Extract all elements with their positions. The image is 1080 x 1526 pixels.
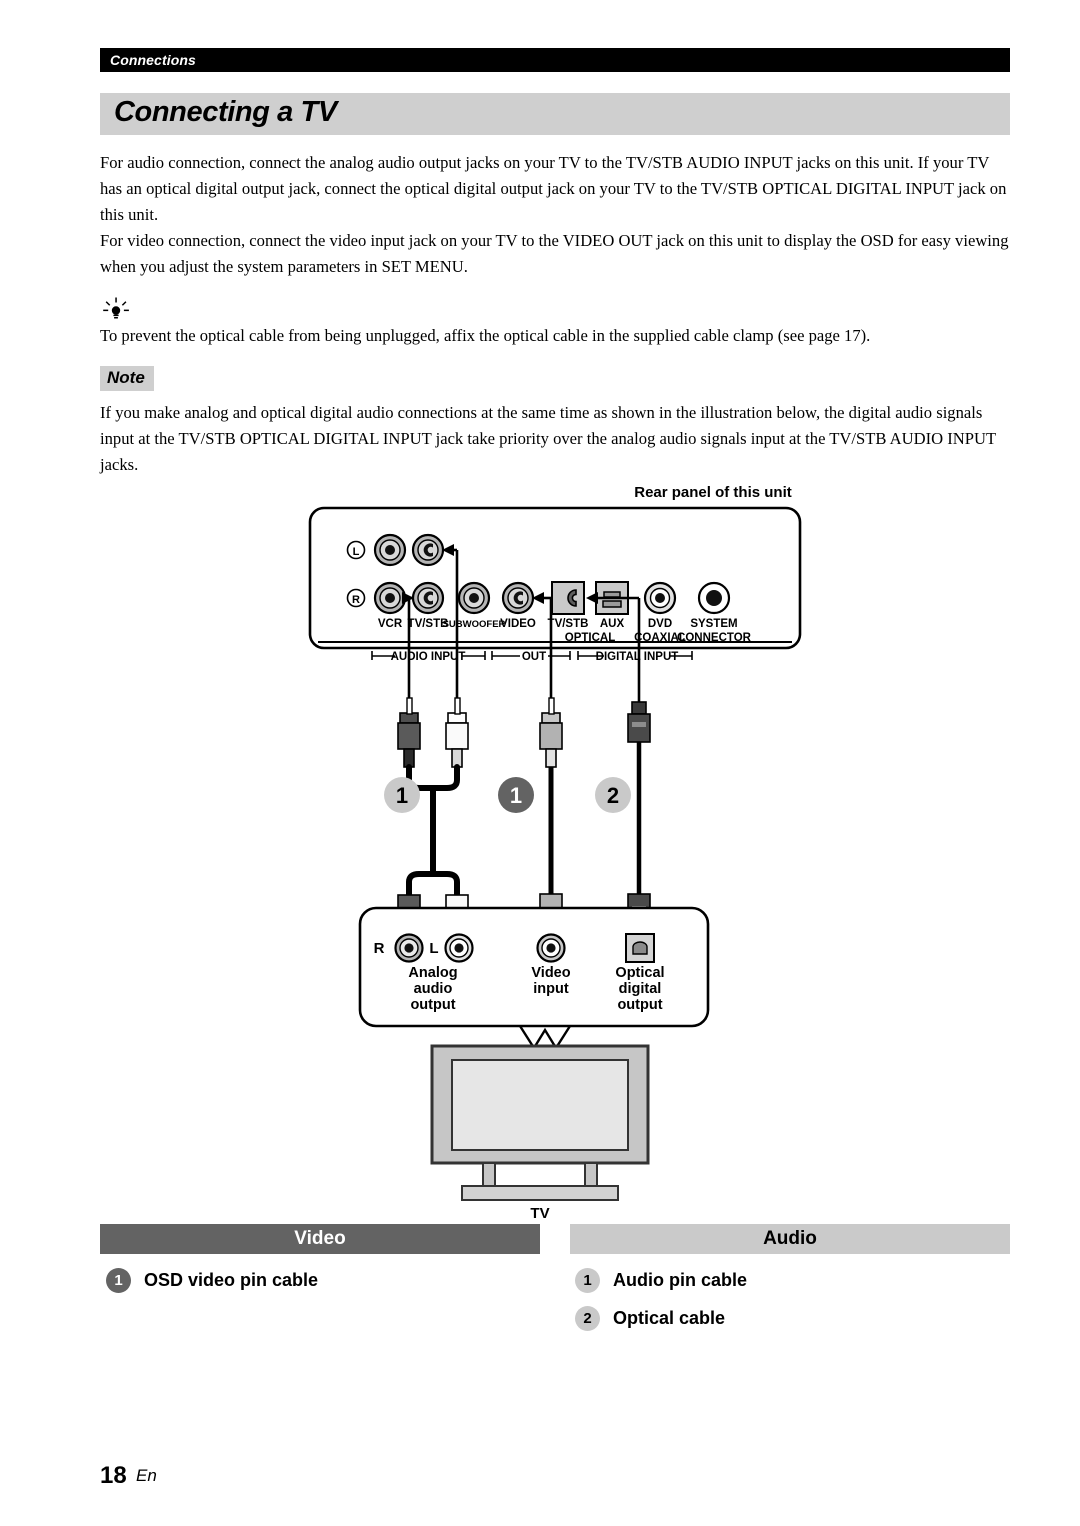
legend-label-video-1: OSD video pin cable bbox=[144, 1270, 319, 1290]
legend-audio-header: Audio bbox=[570, 1224, 1010, 1254]
tv-illustration bbox=[430, 1044, 650, 1201]
legend-item-audio-pin-cable: 1 Audio pin cable bbox=[575, 1268, 747, 1293]
paragraph-video-connection: For video connection, connect the video … bbox=[100, 231, 1009, 276]
optical-plug-top bbox=[627, 701, 651, 743]
footer-page-number: 18 bbox=[100, 1462, 127, 1489]
rear-panel-caption: Rear panel of this unit bbox=[634, 484, 792, 501]
tv-caption: TV bbox=[530, 1205, 549, 1220]
label-vcr: VCR bbox=[378, 618, 403, 630]
page-title: Connecting a TV bbox=[114, 96, 337, 128]
group-label-audio-input: AUDIO INPUT bbox=[391, 651, 466, 663]
channel-label-right: R bbox=[346, 588, 366, 608]
cable-badge-1-audio-label: 1 bbox=[396, 783, 408, 808]
jack-tvstb-right[interactable] bbox=[411, 581, 445, 615]
legend-item-optical-cable: 2 Optical cable bbox=[575, 1306, 725, 1331]
label-subwoofer: SUBWOOFER bbox=[443, 619, 506, 630]
paragraph-audio-connection: For audio connection, connect the analog… bbox=[100, 153, 1007, 224]
tv-jack-video-input[interactable] bbox=[536, 933, 566, 963]
tip-lightbulb-icon bbox=[101, 296, 131, 322]
footer-language-code: En bbox=[136, 1466, 157, 1485]
cable-badge-1-audio: 1 bbox=[384, 777, 420, 813]
cable-badge-2-optical: 2 bbox=[595, 777, 631, 813]
jack-video-out[interactable] bbox=[501, 581, 535, 615]
jack-system-connector[interactable] bbox=[697, 581, 731, 615]
group-label-digital-input: DIGITAL INPUT bbox=[596, 651, 679, 663]
tv-label-analog-2: audio bbox=[414, 981, 453, 997]
running-head-connections: Connections bbox=[100, 48, 1010, 72]
label-video: VIDEO bbox=[500, 618, 536, 630]
legend-item-osd-video-pin-cable: 1 OSD video pin cable bbox=[106, 1268, 318, 1293]
label-optical-sub: OPTICAL bbox=[565, 632, 615, 644]
rca-plug-audio-l-top bbox=[445, 697, 469, 768]
jack-vcr-left[interactable] bbox=[373, 533, 407, 567]
label-aux: AUX bbox=[600, 618, 625, 630]
tv-label-analog-3: output bbox=[410, 997, 455, 1013]
connection-diagram-svg: Rear panel of this unit L R VCR TV/STB S… bbox=[308, 484, 802, 1222]
tv-label-optical-2: digital bbox=[619, 981, 662, 997]
tv-jack-analog-r[interactable] bbox=[394, 933, 424, 963]
rear-panel-group-labels: AUDIO INPUT OUT DIGITAL INPUT bbox=[391, 651, 679, 663]
tv-jack-optical-output[interactable] bbox=[625, 933, 655, 963]
label-system: SYSTEM bbox=[690, 618, 737, 630]
rca-plug-audio-r-top bbox=[397, 697, 421, 768]
jack-tvstb-optical[interactable] bbox=[551, 581, 585, 615]
svg-text:R: R bbox=[352, 594, 360, 606]
label-connector-sub: CONNECTOR bbox=[677, 632, 752, 644]
paragraph-tip: To prevent the optical cable from being … bbox=[100, 326, 871, 345]
rca-plug-video-top bbox=[539, 697, 563, 768]
svg-text:L: L bbox=[353, 546, 360, 558]
connection-diagram: Rear panel of this unit L R VCR TV/STB S… bbox=[0, 470, 1080, 1222]
tv-label-video-2: input bbox=[533, 981, 569, 997]
tv-jack-analog-l[interactable] bbox=[444, 933, 474, 963]
tv-label-optical-3: output bbox=[617, 997, 662, 1013]
cable-badge-1-video-label: 1 bbox=[510, 783, 522, 808]
tv-channel-label-l: L bbox=[429, 940, 438, 957]
jack-vcr-right[interactable] bbox=[373, 581, 407, 615]
tv-label-video-1: Video bbox=[531, 965, 570, 981]
legend-badge-audio-2: 2 bbox=[575, 1306, 600, 1331]
legend-badge-audio-1: 1 bbox=[575, 1268, 600, 1293]
section-title-bar: Connecting a TV bbox=[100, 93, 1010, 135]
cable-badge-1-video: 1 bbox=[498, 777, 534, 813]
legend-video-header: Video bbox=[100, 1224, 540, 1254]
label-tvstb-optical: TV/STB bbox=[548, 618, 589, 630]
channel-label-left: L bbox=[346, 540, 366, 560]
legend-badge-video-1: 1 bbox=[106, 1268, 131, 1293]
tv-label-analog-1: Analog bbox=[408, 965, 457, 981]
group-label-out: OUT bbox=[522, 651, 546, 663]
paragraph-note: If you make analog and optical digital a… bbox=[100, 403, 996, 474]
jack-dvd-coaxial[interactable] bbox=[643, 581, 677, 615]
legend-label-audio-1: Audio pin cable bbox=[613, 1270, 748, 1290]
tv-channel-label-r: R bbox=[374, 940, 385, 957]
jack-subwoofer[interactable] bbox=[457, 581, 491, 615]
tv-label-optical-1: Optical bbox=[615, 965, 664, 981]
legend-label-audio-2: Optical cable bbox=[613, 1308, 726, 1328]
cable-badge-2-optical-label: 2 bbox=[607, 783, 619, 808]
jack-tvstb-left[interactable] bbox=[411, 533, 445, 567]
note-label-badge: Note bbox=[100, 366, 154, 391]
label-dvd: DVD bbox=[648, 618, 672, 630]
